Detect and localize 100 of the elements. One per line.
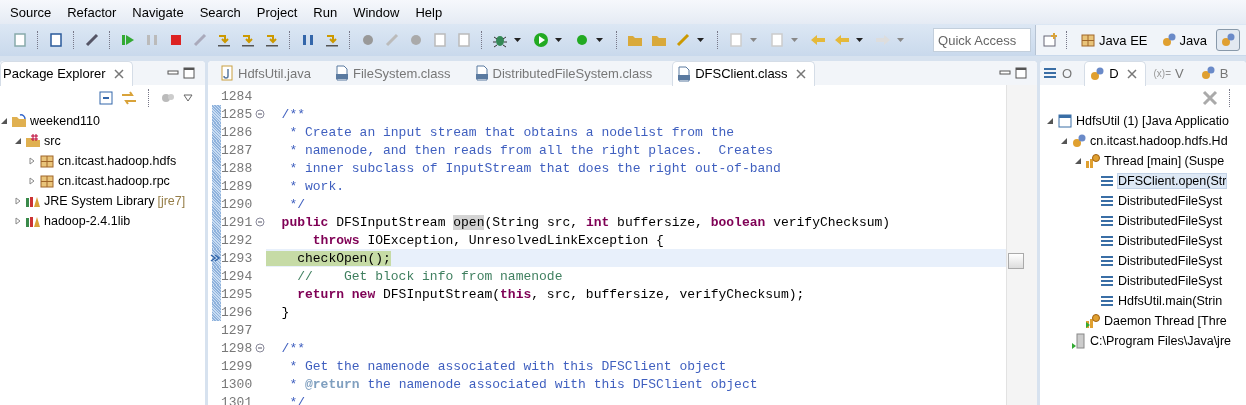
variables-label: (x)= [1153,67,1171,79]
expanded-arrow-icon[interactable] [1074,157,1082,165]
view-menu-icon[interactable] [183,94,193,102]
editor-tab[interactable]: DFSClient.class [672,61,815,86]
resume-icon[interactable] [120,32,136,48]
tree-item-label[interactable]: Daemon Thread [Thre [1104,314,1227,328]
step-return-icon[interactable] [264,32,280,48]
step-filter-icon[interactable] [324,32,340,48]
menu-item[interactable]: Project [248,4,306,20]
fold-icon[interactable] [255,343,265,353]
tree-item-label[interactable]: weekend110 [30,114,100,128]
editor-tab[interactable]: DistributedFileSystem.class [470,61,661,85]
stack-frame-icon [1099,173,1115,189]
line-number: 1297 [221,322,254,338]
expanded-arrow-icon[interactable] [14,137,22,145]
tree-item-label[interactable]: C:\Program Files\Java\jre [1090,334,1231,348]
tree-item-label[interactable]: HdfsUtil.main(Strin [1118,294,1223,308]
code-line: } [280,304,290,320]
expanded-arrow-icon[interactable] [1046,117,1054,125]
collapse-all-icon[interactable] [99,91,113,105]
caret-icon[interactable] [514,37,521,43]
tree-item-label[interactable]: cn.itcast.hadoop.hdfs [58,154,177,168]
code-line: * @return the namenode associated with this DFSClient object [288,376,758,392]
view-tab[interactable]: Package Explorer [0,61,133,86]
scrollbar-thumb[interactable] [1008,253,1024,269]
view-tab[interactable]: O [1040,61,1081,85]
menu-item[interactable]: Window [345,4,408,20]
terminate-icon[interactable] [168,32,184,48]
line-number: 1292 [221,232,254,248]
tree-item-label[interactable]: hadoop-2.4.1lib [44,214,131,228]
collapsed-arrow-icon[interactable] [28,157,36,165]
tree-item-label[interactable]: JRE System Library [44,194,155,208]
caret-icon[interactable] [697,37,704,43]
perspective-button[interactable] [1216,29,1240,51]
java-file-icon [220,65,234,81]
line-number: 1296 [221,304,254,320]
code-line: throws IOException, UnresolvedLinkException { [311,232,664,248]
maximize-icon[interactable] [1015,67,1027,79]
view-tab[interactable]: B [1195,61,1237,85]
tree-item-label[interactable]: HdfsUtil (1) [Java Applicatio [1076,114,1229,128]
package-icon [39,173,55,189]
menu-item[interactable]: Run [305,4,346,20]
line-number: 1295 [221,286,254,302]
expanded-arrow-icon[interactable] [1060,137,1068,145]
tree-item-label[interactable]: cn.itcast.hadoop.rpc [58,174,170,188]
close-icon[interactable] [1126,68,1137,79]
caret-icon[interactable] [856,37,863,43]
expanded-arrow-icon[interactable] [0,117,8,125]
menu-item[interactable]: Navigate [124,4,192,20]
java-app-icon [1057,113,1073,129]
tree-item-label[interactable]: DistributedFileSyst [1118,254,1223,268]
remove-launches-icon[interactable] [1202,90,1218,106]
quick-access-field[interactable]: Quick Access [933,28,1032,52]
collapsed-arrow-icon[interactable] [14,217,22,225]
menu-item[interactable]: Search [191,4,249,20]
open-perspective-icon[interactable] [1042,32,1059,48]
tree-item-label[interactable]: DistributedFileSyst [1118,194,1223,208]
fold-icon[interactable] [255,217,265,227]
collapsed-arrow-icon[interactable] [14,197,22,205]
collapsed-arrow-icon[interactable] [28,177,36,185]
editor-tab[interactable]: FileSystem.class [330,61,459,85]
stack-frame-icon [1099,293,1115,309]
tree-item-label[interactable]: src [44,134,61,148]
caret-icon[interactable] [555,37,562,43]
menu-item[interactable]: Help [407,4,451,20]
perspective-button[interactable]: Java EE [1076,29,1152,51]
menu-item[interactable]: Refactor [59,4,125,20]
code-line: * Create an input stream that obtains a nodelist from the [288,124,735,140]
tree-item-label[interactable]: cn.itcast.hadoop.hdfs.Hd [1090,134,1228,148]
close-icon[interactable] [113,68,124,79]
fold-icon[interactable] [255,109,265,119]
run-icon[interactable] [533,32,549,48]
tree-item-label[interactable]: DFSClient.open(Str [1118,174,1227,188]
link-editor-icon[interactable] [121,91,137,105]
tree-item-label[interactable]: Thread [main] (Suspe [1104,154,1225,168]
maximize-icon[interactable] [183,67,195,79]
menu-item[interactable]: Source [2,4,60,20]
process-icon [1071,333,1087,349]
document-icon[interactable] [432,32,448,48]
stack-frame-icon [1099,193,1115,209]
tree-item-label[interactable]: DistributedFileSyst [1118,234,1223,248]
line-number: 1290 [221,196,254,212]
step-over-icon[interactable] [240,32,256,48]
code-line: * work. [288,178,344,194]
view-tab[interactable]: D [1084,61,1146,86]
line-number: 1289 [221,178,254,194]
close-icon[interactable] [795,68,806,79]
line-number: 1293 [221,250,254,266]
perspective-button[interactable]: Java [1156,29,1211,51]
tree-item-label[interactable]: DistributedFileSyst [1118,214,1223,228]
code-line: return new DFSInputStream(this, src, buffersize, verifyChecksum); [296,286,805,302]
class-file-icon [334,65,349,81]
code-line: * namenode, and then reads from all the right places. Creates [288,142,774,158]
line-number: 1294 [221,268,254,284]
tree-item-label[interactable]: DistributedFileSyst [1118,274,1223,288]
step-into-icon[interactable] [216,32,232,48]
editor-tab[interactable]: HdfsUtil.java [216,61,319,85]
caret-icon[interactable] [596,37,603,43]
view-tab[interactable]: (x)= V [1149,61,1192,85]
package-icon [39,153,55,169]
